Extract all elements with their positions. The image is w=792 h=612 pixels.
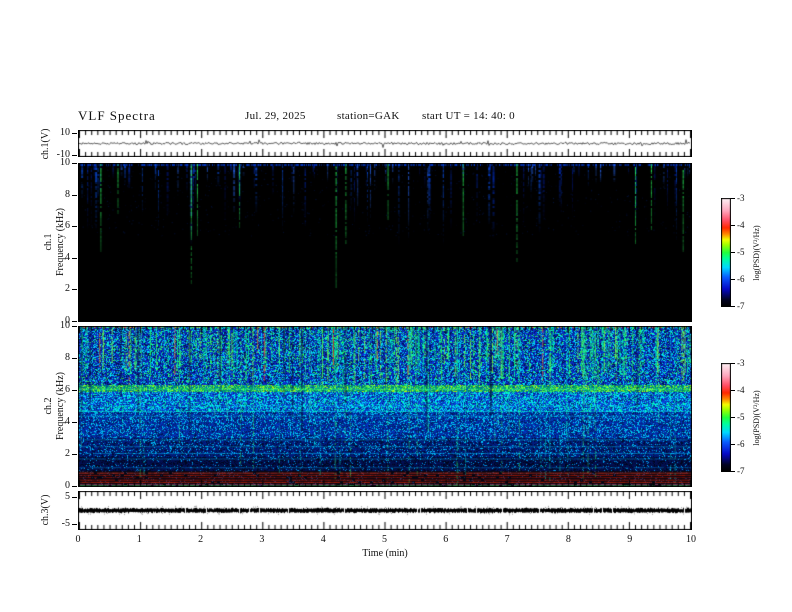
y-tick-mark	[72, 133, 77, 134]
y-tick-label: 0	[65, 480, 70, 491]
colorbar-tick-label: -4	[737, 385, 745, 395]
colorbar-ch2-canvas	[721, 363, 731, 472]
y-tick-mark	[72, 524, 77, 525]
ch3-waveform-canvas	[78, 491, 692, 530]
y-tick-label: 5	[65, 491, 70, 502]
y-tick-mark	[72, 195, 77, 196]
colorbar-tick-mark	[731, 417, 735, 418]
y-tick-label: 2	[65, 283, 70, 295]
x-tick-label: 3	[259, 534, 265, 545]
y-tick-label: 4	[65, 416, 70, 427]
x-tick-label: 6	[443, 534, 449, 545]
colorbar-tick-mark	[731, 471, 735, 472]
colorbar-tick-label: -7	[737, 301, 745, 311]
colorbar-tick-label: -6	[737, 439, 745, 449]
colorbar-tick-label: -3	[737, 193, 745, 203]
x-tick-label: 9	[627, 534, 633, 545]
title-date: Jul. 29, 2025	[245, 110, 306, 122]
y-tick-mark	[72, 155, 77, 156]
vlf-spectra-figure: VLF Spectra Jul. 29, 2025 station=GAK st…	[0, 0, 792, 612]
x-tick-label: 5	[382, 534, 387, 545]
colorbar-tick-label: -6	[737, 274, 745, 284]
colorbar-tick-mark	[731, 306, 735, 307]
colorbar-tick-label: -3	[737, 358, 745, 368]
y-tick-label: 10	[60, 127, 70, 138]
y-tick-mark	[72, 497, 77, 498]
colorbar-tick-mark	[731, 252, 735, 253]
x-tick-label: 4	[320, 534, 326, 545]
colorbar-tick-mark	[731, 198, 735, 199]
colorbar-tick-mark	[731, 390, 735, 391]
y-tick-mark	[72, 321, 77, 322]
y-tick-label: 6	[65, 220, 70, 232]
y-tick-mark	[72, 289, 77, 290]
colorbar-tick-label: -5	[737, 247, 745, 257]
x-tick-label: 10	[686, 534, 696, 545]
x-tick-label: 0	[75, 534, 81, 545]
colorbar-ch1-canvas	[721, 198, 731, 307]
colorbar-tick-label: -4	[737, 220, 745, 230]
y-tick-mark	[72, 258, 77, 259]
x-tick-label: 7	[504, 534, 510, 545]
y-tick-mark	[72, 163, 77, 164]
colorbar-tick-label: -5	[737, 412, 745, 422]
x-axis-title: Time (min)	[362, 548, 408, 559]
y-tick-label: 8	[65, 352, 70, 363]
x-tick-label: 1	[136, 534, 142, 545]
y-tick-mark	[72, 226, 77, 227]
y-tick-mark	[72, 390, 77, 391]
title-station: station=GAK	[337, 110, 400, 122]
y-tick-label: 4	[65, 251, 70, 263]
y-tick-label: 8	[65, 188, 70, 200]
colorbar-tick-mark	[731, 279, 735, 280]
y-tick-label: -5	[61, 518, 70, 529]
figure-title: VLF Spectra	[78, 108, 156, 123]
ch1-waveform-canvas	[78, 130, 692, 157]
colorbar-tick-mark	[731, 444, 735, 445]
y-tick-mark	[72, 454, 77, 455]
y-tick-label: 6	[65, 384, 70, 395]
y-tick-label: -10	[56, 149, 70, 160]
y-tick-mark	[72, 422, 77, 423]
ch2-spectrogram-canvas	[78, 326, 692, 487]
y-tick-mark	[72, 358, 77, 359]
y-tick-mark	[72, 326, 77, 327]
title-start-ut: start UT = 14: 40: 0	[422, 110, 515, 122]
ch1-spectrogram-canvas	[78, 163, 692, 322]
colorbar-tick-mark	[731, 363, 735, 364]
colorbar-tick-label: -7	[737, 466, 745, 476]
x-tick-label: 8	[565, 534, 571, 545]
colorbar-tick-mark	[731, 225, 735, 226]
y-tick-label: 2	[65, 448, 70, 459]
y-tick-label: 10	[60, 320, 70, 331]
y-tick-mark	[72, 486, 77, 487]
x-tick-label: 2	[198, 534, 204, 545]
